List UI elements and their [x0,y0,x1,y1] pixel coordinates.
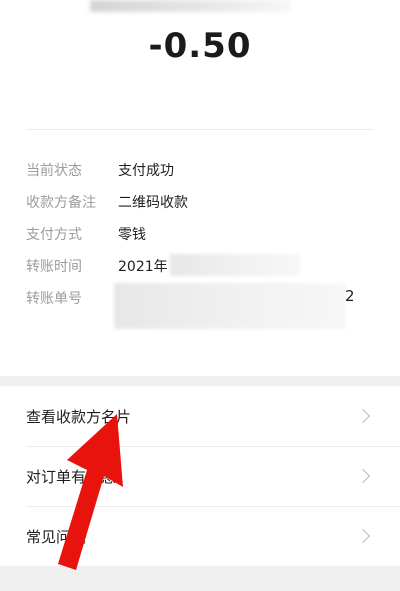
detail-value: 零钱 [118,227,146,243]
divider [26,129,374,130]
menu-item-label: 常见问题 [26,527,87,546]
blurred-transfer-number [114,283,346,329]
detail-row-payment-method: 支付方式 零钱 [26,222,146,246]
chevron-right-icon [355,468,371,484]
detail-row-transfer-time: 转账时间 2021年 [26,254,168,278]
detail-value: 支付成功 [118,163,174,179]
detail-label: 收款方备注 [26,195,96,211]
detail-label: 支付方式 [26,227,82,243]
transfer-number-tail: 2 [345,287,355,305]
menu-item-label: 对订单有疑惑 [26,467,117,486]
bottom-area [0,566,400,591]
detail-row-payee-note: 收款方备注 二维码收款 [26,190,188,214]
action-menu: 查看收款方名片 对订单有疑惑 常见问题 [0,386,400,566]
chevron-right-icon [355,408,371,424]
transaction-detail-screen: -0.50 当前状态 支付成功 收款方备注 二维码收款 支付方式 零钱 转账时间… [0,0,400,591]
section-gap [0,376,400,386]
menu-item-label: 查看收款方名片 [26,407,132,426]
detail-value: 2021年 [118,259,168,275]
detail-label: 转账时间 [26,259,82,275]
detail-row-status: 当前状态 支付成功 [26,158,174,182]
faq-item[interactable]: 常见问题 [0,506,400,566]
detail-label: 当前状态 [26,163,82,179]
order-question-item[interactable]: 对订单有疑惑 [0,446,400,506]
blurred-time-value [170,254,300,276]
detail-label: 转账单号 [26,291,82,307]
blurred-header-text [90,0,290,12]
chevron-right-icon [355,528,371,544]
detail-value: 二维码收款 [118,195,188,211]
amount-display: -0.50 [148,26,252,66]
detail-row-transfer-number: 转账单号 [26,286,118,310]
view-payee-card-item[interactable]: 查看收款方名片 [0,386,400,446]
